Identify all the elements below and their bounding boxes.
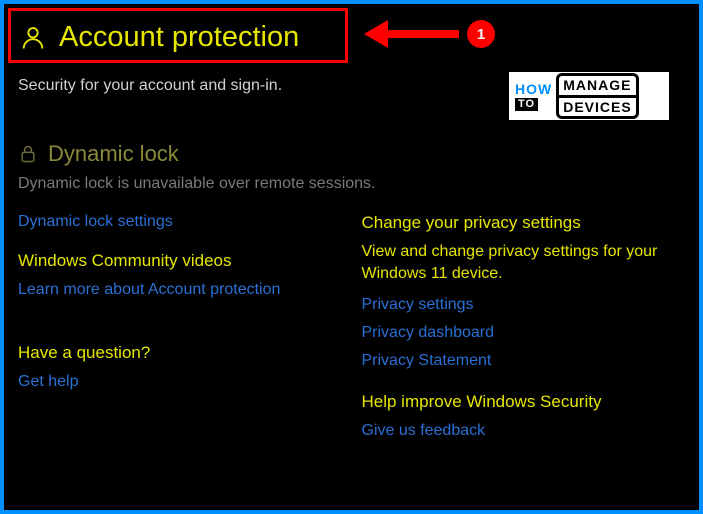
logo-text: DEVICES	[556, 95, 638, 119]
annotation-arrow: 1	[364, 20, 495, 48]
page-header: Account protection	[8, 8, 348, 63]
dynamic-lock-settings-link[interactable]: Dynamic lock settings	[18, 213, 342, 231]
improve-heading: Help improve Windows Security	[362, 392, 686, 412]
right-column: Change your privacy settings View and ch…	[362, 213, 686, 440]
privacy-settings-link[interactable]: Privacy settings	[362, 296, 686, 314]
logo-text: HOW	[515, 82, 552, 96]
privacy-dashboard-link[interactable]: Privacy dashboard	[362, 324, 686, 342]
privacy-statement-link[interactable]: Privacy Statement	[362, 352, 686, 370]
watermark-logo: HOW TO MANAGE DEVICES	[509, 72, 669, 120]
question-heading: Have a question?	[18, 343, 342, 363]
annotation-badge: 1	[467, 20, 495, 48]
learn-more-link[interactable]: Learn more about Account protection	[18, 281, 342, 299]
left-column: Dynamic lock settings Windows Community …	[18, 213, 342, 440]
privacy-heading: Change your privacy settings	[362, 213, 686, 233]
community-videos-heading: Windows Community videos	[18, 251, 342, 271]
dynamic-lock-desc: Dynamic lock is unavailable over remote …	[18, 175, 685, 193]
person-icon	[19, 24, 47, 52]
lock-icon	[18, 144, 38, 164]
logo-text: MANAGE	[556, 73, 638, 94]
dynamic-lock-title: Dynamic lock	[48, 141, 179, 167]
feedback-link[interactable]: Give us feedback	[362, 422, 686, 440]
get-help-link[interactable]: Get help	[18, 373, 342, 391]
page-title: Account protection	[59, 21, 299, 54]
logo-text: TO	[515, 98, 538, 111]
privacy-desc: View and change privacy settings for you…	[362, 241, 686, 286]
dynamic-lock-section: Dynamic lock Dynamic lock is unavailable…	[4, 141, 699, 193]
